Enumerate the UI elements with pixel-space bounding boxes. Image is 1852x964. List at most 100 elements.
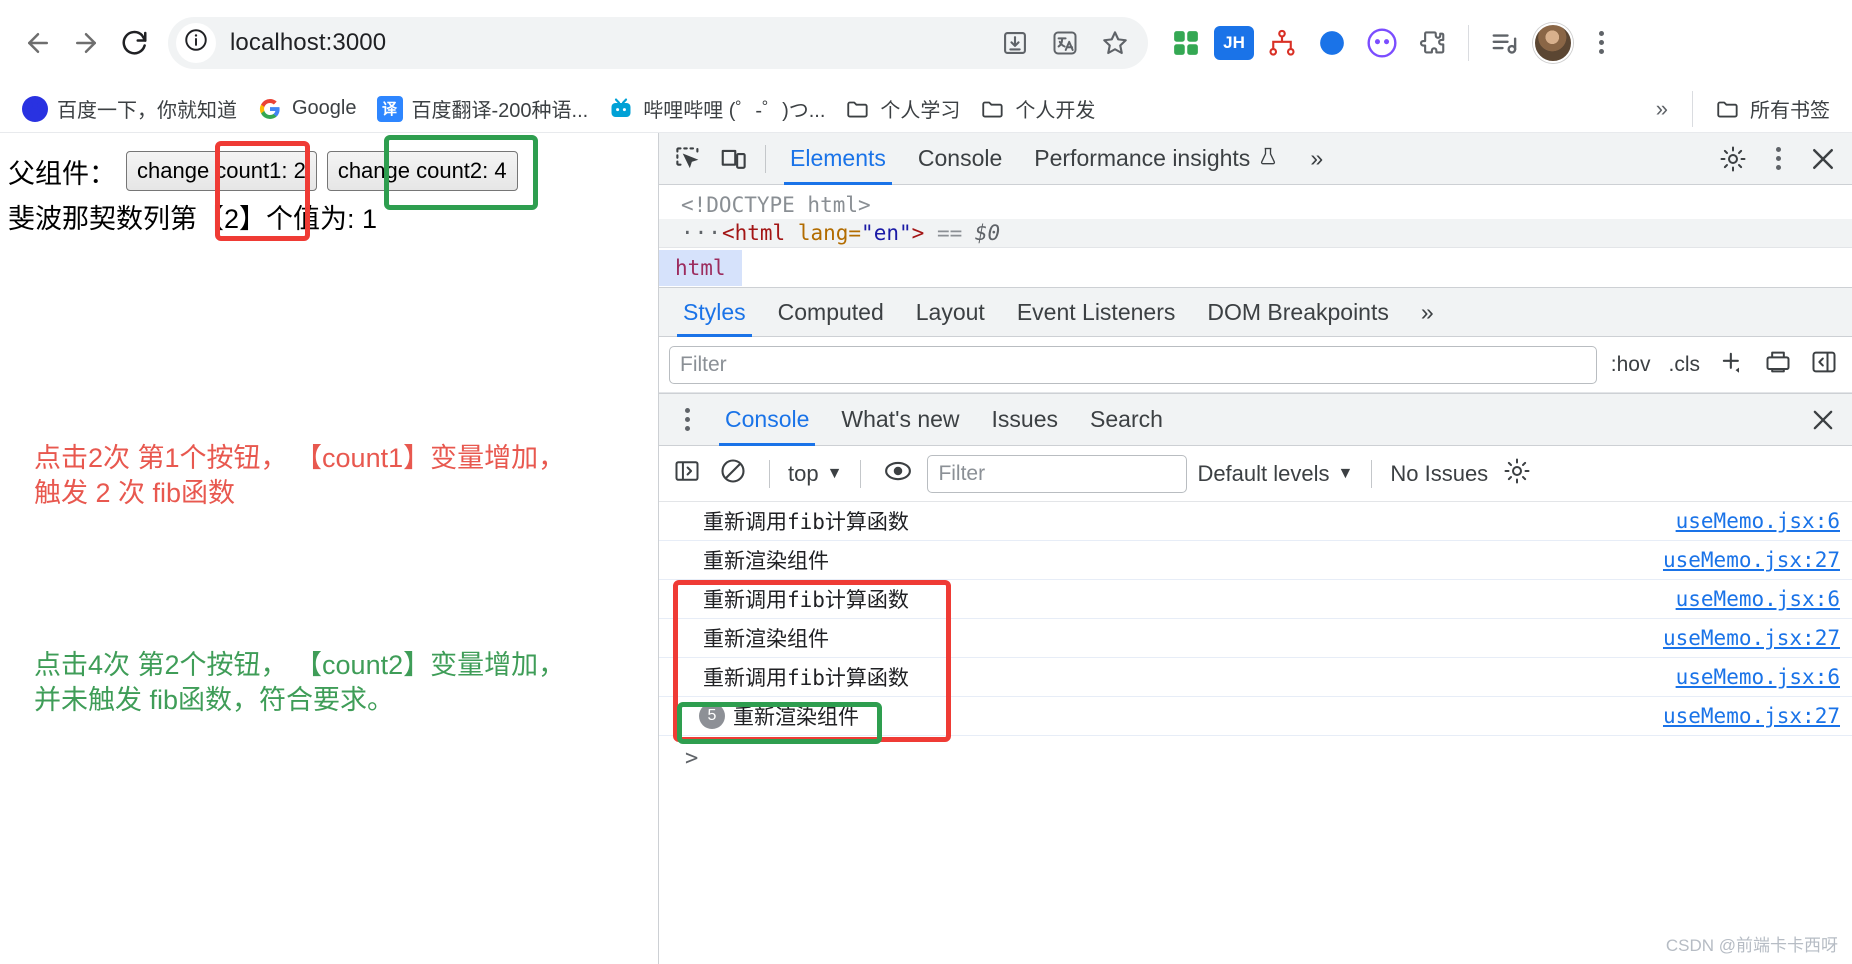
omnibox-actions — [992, 20, 1138, 66]
viewport-split: 父组件： change count1: 2 change count2: 4 斐… — [0, 133, 1852, 964]
tab-dom-breakpoints[interactable]: DOM Breakpoints — [1191, 287, 1405, 337]
drawer-close-icon[interactable] — [1800, 397, 1846, 443]
forward-button[interactable] — [62, 19, 110, 67]
tab-console[interactable]: Console — [902, 133, 1018, 185]
bookmark-folder-personal-study[interactable]: 个人学习 — [837, 89, 968, 128]
dom-tree: <!DOCTYPE html> ···<html lang="en"> == $… — [659, 185, 1852, 247]
console-filter-input[interactable] — [927, 454, 1188, 493]
bookmark-item-baidu-fanyi[interactable]: 译 百度翻译-200种语... — [369, 89, 597, 128]
devtools-menu-icon[interactable] — [1756, 137, 1800, 181]
folder-icon — [980, 96, 1006, 122]
hov-toggle[interactable]: :hov — [1607, 351, 1655, 379]
profile-avatar[interactable] — [1533, 22, 1573, 63]
console-settings-icon[interactable] — [1498, 454, 1536, 494]
console-log-source[interactable]: useMemo.jsx:27 — [1663, 704, 1840, 728]
google-favicon — [257, 95, 283, 122]
translate-icon[interactable] — [1042, 20, 1088, 66]
url-text[interactable]: localhost:3000 — [230, 29, 992, 57]
all-bookmarks-button[interactable]: 所有书签 — [1707, 89, 1838, 128]
console-log-message: 重新渲染组件 — [733, 705, 859, 729]
install-app-icon[interactable] — [992, 20, 1038, 66]
gear-icon[interactable] — [1710, 136, 1756, 182]
media-playlist-icon[interactable] — [1483, 21, 1527, 65]
tab-event-listeners[interactable]: Event Listeners — [1001, 287, 1192, 337]
drawer-tab-issues[interactable]: Issues — [976, 394, 1074, 446]
console-prompt[interactable]: > — [659, 736, 1852, 780]
bookmark-item-baidu[interactable]: 百度一下，你就知道 — [14, 89, 245, 128]
bilibili-favicon — [608, 95, 635, 122]
clear-console-icon[interactable] — [715, 455, 751, 493]
sitemap-extension-icon[interactable] — [1260, 21, 1304, 65]
tab-layout[interactable]: Layout — [900, 287, 1001, 337]
cls-toggle[interactable]: .cls — [1665, 351, 1705, 379]
devtools-more-tabs-label: » — [1310, 145, 1324, 171]
site-info-button[interactable] — [176, 22, 216, 63]
console-sidebar-icon[interactable] — [669, 455, 705, 493]
console-log-source[interactable]: useMemo.jsx:6 — [1676, 587, 1840, 611]
close-icon[interactable] — [1800, 136, 1846, 182]
panel-toggle-icon[interactable] — [1806, 346, 1842, 384]
address-bar[interactable]: localhost:3000 — [168, 16, 1148, 69]
expand-dots[interactable]: ··· — [681, 221, 722, 245]
drawer-tab-console[interactable]: Console — [709, 394, 825, 446]
smiley-extension-icon[interactable] — [1360, 21, 1404, 65]
console-log-source[interactable]: useMemo.jsx:27 — [1663, 626, 1840, 650]
console-context-selector[interactable]: top ▼ — [788, 461, 842, 487]
console-toolbar-divider — [769, 459, 770, 488]
console-log-row[interactable]: 重新调用fib计算函数 useMemo.jsx:6 — [659, 580, 1852, 619]
live-expression-icon[interactable] — [879, 454, 917, 494]
extensions-area: JH — [1154, 21, 1623, 65]
drawer-menu-icon[interactable] — [665, 398, 709, 442]
bookmark-star-icon[interactable] — [1092, 20, 1138, 66]
change-count1-button[interactable]: change count1: 2 — [126, 151, 317, 191]
three-dot-menu-icon[interactable] — [1579, 21, 1623, 65]
bookmark-label: Google — [292, 97, 357, 119]
tab-styles[interactable]: Styles — [667, 287, 762, 337]
jh-extension-icon[interactable]: JH — [1214, 25, 1254, 60]
blue-dot-extension-icon[interactable] — [1310, 21, 1354, 65]
reload-button[interactable] — [110, 19, 158, 67]
console-log-source[interactable]: useMemo.jsx:27 — [1663, 548, 1840, 572]
computed-style-icon[interactable] — [1760, 346, 1796, 384]
styles-more-tabs-button[interactable]: » — [1405, 287, 1450, 337]
devtools-more-tabs-button[interactable]: » — [1294, 133, 1339, 185]
no-issues-status[interactable]: No Issues — [1390, 461, 1488, 487]
tab-performance-insights[interactable]: Performance insights — [1018, 133, 1294, 185]
bookmark-folder-personal-dev[interactable]: 个人开发 — [972, 89, 1103, 128]
console-log-row[interactable]: 5 重新渲染组件 useMemo.jsx:27 — [659, 697, 1852, 736]
breadcrumb: html — [659, 247, 1852, 287]
console-log-row[interactable]: 重新渲染组件 useMemo.jsx:27 — [659, 541, 1852, 580]
bookmarks-bar-right: » 所有书签 — [1646, 89, 1838, 128]
console-messages: 重新调用fib计算函数 useMemo.jsx:6 重新渲染组件 useMemo… — [659, 502, 1852, 964]
drawer-tab-whats-new[interactable]: What's new — [825, 394, 975, 446]
console-log-row[interactable]: 重新渲染组件 useMemo.jsx:27 — [659, 619, 1852, 658]
console-levels-selector[interactable]: Default levels ▼ — [1197, 461, 1353, 487]
console-log-message: 重新渲染组件 — [703, 549, 829, 573]
bookmark-item-google[interactable]: Google — [249, 91, 365, 127]
tab-computed[interactable]: Computed — [762, 287, 900, 337]
tab-elements[interactable]: Elements — [774, 133, 902, 185]
html-close-bracket: > — [911, 221, 925, 245]
console-drawer: Console What's new Issues Search top ▼ F… — [659, 393, 1852, 964]
bookmark-item-bilibili[interactable]: 哔哩哔哩 (゜-゜)つ... — [600, 89, 833, 128]
drawer-tab-search[interactable]: Search — [1074, 394, 1179, 446]
console-toolbar-divider-3 — [1371, 459, 1373, 488]
device-toolbar-icon[interactable] — [711, 136, 757, 182]
console-log-row[interactable]: 重新调用fib计算函数 useMemo.jsx:6 — [659, 658, 1852, 697]
dom-line-html[interactable]: ···<html lang="en"> == $0 — [659, 219, 1852, 247]
console-log-source[interactable]: useMemo.jsx:6 — [1676, 665, 1840, 689]
change-count2-button[interactable]: change count2: 4 — [326, 151, 518, 191]
styles-sidebar-tabbar: Styles Computed Layout Event Listeners D… — [659, 287, 1852, 337]
plus-icon[interactable] — [1714, 346, 1750, 384]
bookmarks-overflow-button[interactable]: » — [1646, 92, 1678, 126]
dom-line-doctype[interactable]: <!DOCTYPE html> — [659, 191, 1852, 219]
puzzle-extensions-icon[interactable] — [1410, 21, 1454, 65]
back-button[interactable] — [14, 19, 62, 67]
console-log-source[interactable]: useMemo.jsx:6 — [1676, 509, 1840, 533]
inspect-element-icon[interactable] — [665, 136, 711, 182]
qr-grid-extension-icon[interactable] — [1164, 21, 1208, 65]
breadcrumb-item-html[interactable]: html — [659, 249, 742, 286]
styles-filter-input[interactable] — [669, 345, 1597, 384]
fibonacci-result-text: 斐波那契数列第【2】个值为: 1 — [8, 204, 378, 234]
console-log-row[interactable]: 重新调用fib计算函数 useMemo.jsx:6 — [659, 502, 1852, 541]
